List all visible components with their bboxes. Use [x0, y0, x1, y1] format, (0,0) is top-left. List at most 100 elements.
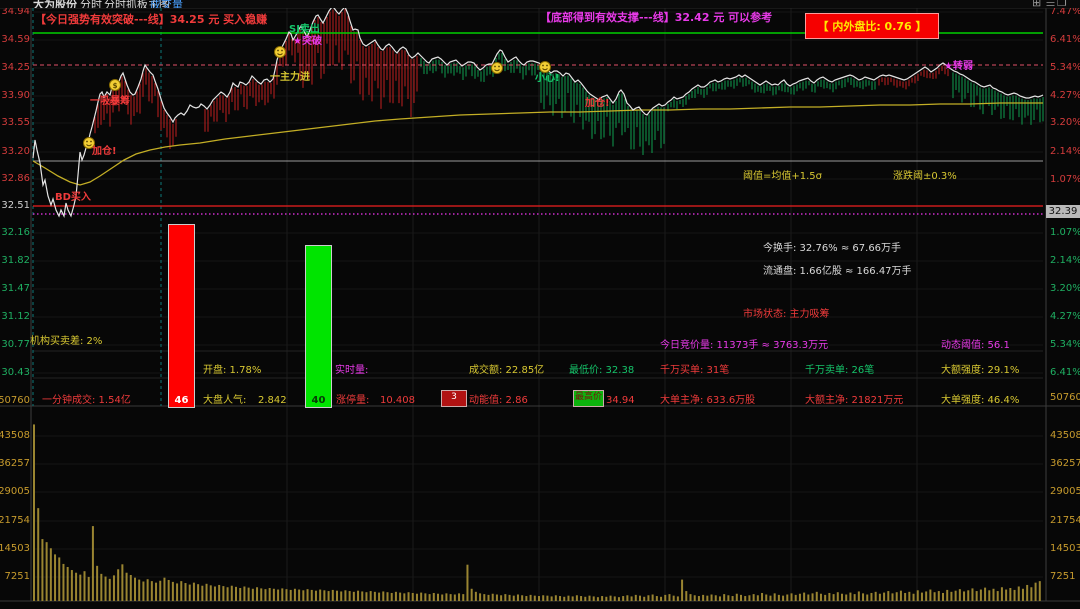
- minimize-icon[interactable]: ＝: [1045, 0, 1056, 8]
- volume-axis-label: 7251: [5, 571, 30, 582]
- volume-bar: [631, 596, 633, 601]
- volume-bar: [921, 593, 923, 601]
- bear-gauge-value: 40: [312, 395, 326, 406]
- volume-axis-label: 21754: [1050, 515, 1080, 526]
- volume-bar: [46, 542, 48, 601]
- stat-text: 2.842: [258, 395, 287, 406]
- volume-bar: [88, 577, 90, 601]
- percent-axis-label: 4.27%: [1050, 311, 1080, 322]
- volume-bar: [816, 592, 818, 601]
- volume-bar: [155, 583, 157, 601]
- volume-bar: [100, 574, 102, 601]
- stat-text: 开盘: 1.78%: [203, 365, 261, 376]
- price-axis-label: 33.20: [1, 146, 30, 157]
- volume-bar: [387, 592, 389, 601]
- day-high-box: 最高价: [573, 390, 604, 407]
- tab-fenshi[interactable]: 分时: [80, 0, 102, 8]
- volume-bar: [706, 596, 708, 601]
- volume-bar: [862, 593, 864, 601]
- volume-bar: [711, 595, 713, 601]
- volume-bar: [563, 597, 565, 601]
- volume-bar: [206, 584, 208, 601]
- stat-text: 34.94: [606, 395, 635, 406]
- volume-bar: [925, 591, 927, 601]
- volume-bar: [913, 594, 915, 601]
- annotation-text: ★转弱: [944, 61, 973, 72]
- volume-bar: [993, 589, 995, 601]
- volume-bar: [559, 596, 561, 601]
- volume-axis-max: 50760: [0, 395, 30, 406]
- volume-axis-label: 36257: [1050, 458, 1080, 469]
- volume-bar: [791, 593, 793, 601]
- volume-axis-label: 43508: [1050, 430, 1080, 441]
- volume-axis-label: 14503: [1050, 543, 1080, 554]
- volume-bar: [917, 590, 919, 601]
- bear-gauge-bar: 40: [305, 245, 332, 408]
- volume-bar: [723, 594, 725, 601]
- volume-bar: [673, 596, 675, 601]
- stat-text: 千万买单: 31笔: [660, 365, 729, 376]
- mid-overlay-label: 市场状态: 主力吸筹: [743, 309, 830, 320]
- percent-axis-label: 6.41%: [1050, 367, 1080, 378]
- volume-bar: [513, 596, 515, 601]
- volume-bar: [929, 590, 931, 601]
- volume-bar: [71, 570, 73, 601]
- price-axis-label: 30.77: [1, 339, 30, 350]
- volume-bar: [584, 597, 586, 601]
- volume-bar: [849, 593, 851, 601]
- volume-bar: [984, 588, 986, 601]
- volume-bar: [185, 583, 187, 601]
- volume-bar: [130, 575, 132, 601]
- volume-bar: [875, 592, 877, 601]
- volume-bar: [214, 586, 216, 601]
- volume-bar: [408, 592, 410, 601]
- tab-volume[interactable]: 成交量: [150, 0, 183, 8]
- volume-bar: [445, 593, 447, 601]
- price-axis-label: 30.43: [1, 367, 30, 378]
- volume-bar: [988, 590, 990, 601]
- volume-bar: [286, 589, 288, 601]
- volume-bar: [740, 595, 742, 601]
- volume-bar: [323, 590, 325, 601]
- volume-bar: [551, 596, 553, 601]
- volume-bar: [239, 588, 241, 601]
- volume-bar: [1009, 588, 1011, 601]
- volume-bar: [357, 591, 359, 601]
- volume-bar: [231, 586, 233, 601]
- stat-text: 一分钟成交: 1.54亿: [42, 395, 131, 406]
- volume-bar: [1035, 583, 1037, 601]
- volume-bar: [311, 590, 313, 601]
- volume-bar: [151, 581, 153, 601]
- volume-bar: [471, 589, 473, 601]
- mid-overlay-label: 涨跌阈±0.3%: [893, 171, 957, 182]
- support-alert-text: 【底部得到有效支撑---线】32.42 元 可以参考: [540, 9, 772, 25]
- volume-bar: [180, 581, 182, 601]
- price-axis-label: 31.47: [1, 283, 30, 294]
- volume-bar: [1026, 585, 1028, 601]
- volume-axis-label: 43508: [0, 430, 30, 441]
- percent-axis-label: 3.20%: [1050, 117, 1080, 128]
- maximize-icon[interactable]: ❐: [1057, 0, 1067, 8]
- volume-bar: [736, 594, 738, 601]
- add-panel-icon[interactable]: ⊞: [1032, 0, 1041, 8]
- volume-bar: [938, 591, 940, 601]
- intraday-chart-canvas[interactable]: $: [0, 0, 1080, 609]
- percent-axis-label: 5.34%: [1050, 62, 1080, 73]
- volume-bar: [934, 592, 936, 601]
- volume-bar: [555, 595, 557, 601]
- volume-bar: [803, 593, 805, 601]
- volume-bar: [298, 590, 300, 601]
- volume-bar: [782, 596, 784, 601]
- volume-bar: [328, 591, 330, 601]
- volume-bar: [163, 578, 165, 601]
- mid-overlay-label: 今换手: 32.76% ≈ 67.66万手: [763, 243, 901, 254]
- volume-bar: [744, 596, 746, 601]
- annotation-text: BD买入: [55, 192, 91, 203]
- volume-bar: [1022, 589, 1024, 601]
- volume-bar: [1030, 587, 1032, 601]
- volume-bar: [332, 590, 334, 601]
- volume-bar: [769, 596, 771, 601]
- volume-bar: [509, 595, 511, 601]
- volume-bar: [483, 594, 485, 601]
- current-price-badge: 32.39: [1046, 205, 1080, 218]
